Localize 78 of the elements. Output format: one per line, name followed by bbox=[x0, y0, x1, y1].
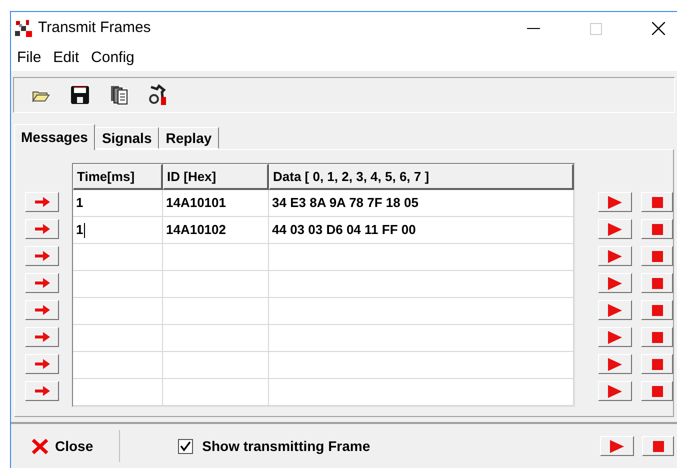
send-button[interactable] bbox=[25, 327, 59, 347]
stop-button[interactable] bbox=[641, 300, 673, 320]
folder-icon[interactable] bbox=[32, 88, 50, 102]
play-icon bbox=[610, 440, 624, 452]
stop-icon bbox=[652, 196, 662, 208]
stop-icon bbox=[652, 304, 662, 316]
stop-icon bbox=[652, 250, 662, 262]
checkbox-label: Show transmitting Frame bbox=[202, 436, 370, 456]
menu-item[interactable]: Edit bbox=[53, 46, 80, 70]
play-button[interactable] bbox=[598, 354, 632, 374]
table-cell[interactable]: 1 bbox=[73, 217, 163, 243]
arrow-icon bbox=[34, 197, 50, 207]
send-button[interactable] bbox=[25, 192, 59, 212]
tab[interactable]: Replay bbox=[158, 127, 219, 149]
stop-icon bbox=[652, 224, 662, 234]
column-header[interactable]: Data [ 0, 1, 2, 3, 4, 5, 6, 7 ] bbox=[269, 164, 574, 190]
tools-icon[interactable] bbox=[148, 84, 168, 106]
close-button[interactable]: Close bbox=[27, 432, 98, 460]
send-button[interactable] bbox=[25, 246, 59, 266]
arrow-icon bbox=[34, 251, 50, 261]
arrow-icon bbox=[34, 359, 50, 369]
tab[interactable]: Signals bbox=[94, 127, 159, 149]
send-button[interactable] bbox=[25, 273, 59, 293]
play-icon bbox=[608, 276, 622, 290]
table-cell[interactable]: 14A10101 bbox=[163, 190, 269, 216]
stop-icon bbox=[652, 358, 662, 370]
play-button[interactable] bbox=[598, 246, 632, 266]
play-icon bbox=[608, 196, 622, 208]
stop-icon bbox=[652, 386, 662, 396]
play-button[interactable] bbox=[598, 327, 632, 347]
arrow-icon bbox=[34, 386, 50, 396]
copy-icon[interactable] bbox=[110, 85, 128, 105]
checkbox[interactable] bbox=[178, 438, 194, 454]
menu-item[interactable]: File bbox=[17, 46, 42, 70]
send-button[interactable] bbox=[25, 219, 59, 239]
stop-button[interactable] bbox=[641, 192, 673, 212]
stop-button[interactable] bbox=[641, 219, 673, 239]
send-button[interactable] bbox=[25, 381, 59, 401]
column-header[interactable]: ID [Hex] bbox=[163, 164, 269, 190]
close-icon bbox=[31, 438, 49, 454]
table-cell[interactable]: 34 E3 8A 9A 78 7F 18 05 bbox=[269, 190, 574, 216]
play-button[interactable] bbox=[598, 300, 632, 320]
play-icon bbox=[608, 304, 622, 316]
stop-button[interactable] bbox=[641, 246, 673, 266]
stop-button[interactable] bbox=[641, 381, 673, 401]
save-icon[interactable] bbox=[70, 85, 90, 105]
stop-button[interactable] bbox=[642, 436, 674, 456]
arrow-icon bbox=[34, 305, 50, 315]
play-icon bbox=[608, 384, 622, 398]
stop-button[interactable] bbox=[641, 273, 673, 293]
menu-item[interactable]: Config bbox=[91, 46, 134, 70]
table-cell[interactable]: 44 03 03 D6 04 11 FF 00 bbox=[269, 217, 574, 243]
window-title: Transmit Frames bbox=[38, 18, 151, 38]
send-button[interactable] bbox=[25, 300, 59, 320]
play-icon bbox=[608, 330, 622, 344]
play-button[interactable] bbox=[598, 273, 632, 293]
play-button[interactable] bbox=[598, 219, 632, 239]
stop-button[interactable] bbox=[641, 354, 673, 374]
stop-button[interactable] bbox=[641, 327, 673, 347]
arrow-icon bbox=[34, 332, 50, 342]
close-icon[interactable] bbox=[652, 22, 665, 35]
play-button[interactable] bbox=[600, 436, 634, 456]
play-icon bbox=[608, 250, 622, 262]
play-icon bbox=[608, 358, 622, 370]
app-logo-icon bbox=[14, 19, 33, 38]
table-cell[interactable]: 14A10102 bbox=[163, 217, 269, 243]
arrow-icon bbox=[34, 224, 50, 234]
play-button[interactable] bbox=[598, 192, 632, 212]
play-icon bbox=[608, 222, 622, 236]
stop-icon bbox=[652, 278, 662, 288]
play-button[interactable] bbox=[598, 381, 632, 401]
stop-icon bbox=[652, 440, 664, 452]
arrow-icon bbox=[34, 278, 50, 288]
send-button[interactable] bbox=[25, 354, 59, 374]
tab[interactable]: Messages bbox=[14, 124, 95, 150]
table-cell[interactable]: 1 bbox=[73, 190, 163, 216]
stop-icon bbox=[652, 332, 662, 342]
column-header[interactable]: Time[ms] bbox=[73, 164, 163, 190]
